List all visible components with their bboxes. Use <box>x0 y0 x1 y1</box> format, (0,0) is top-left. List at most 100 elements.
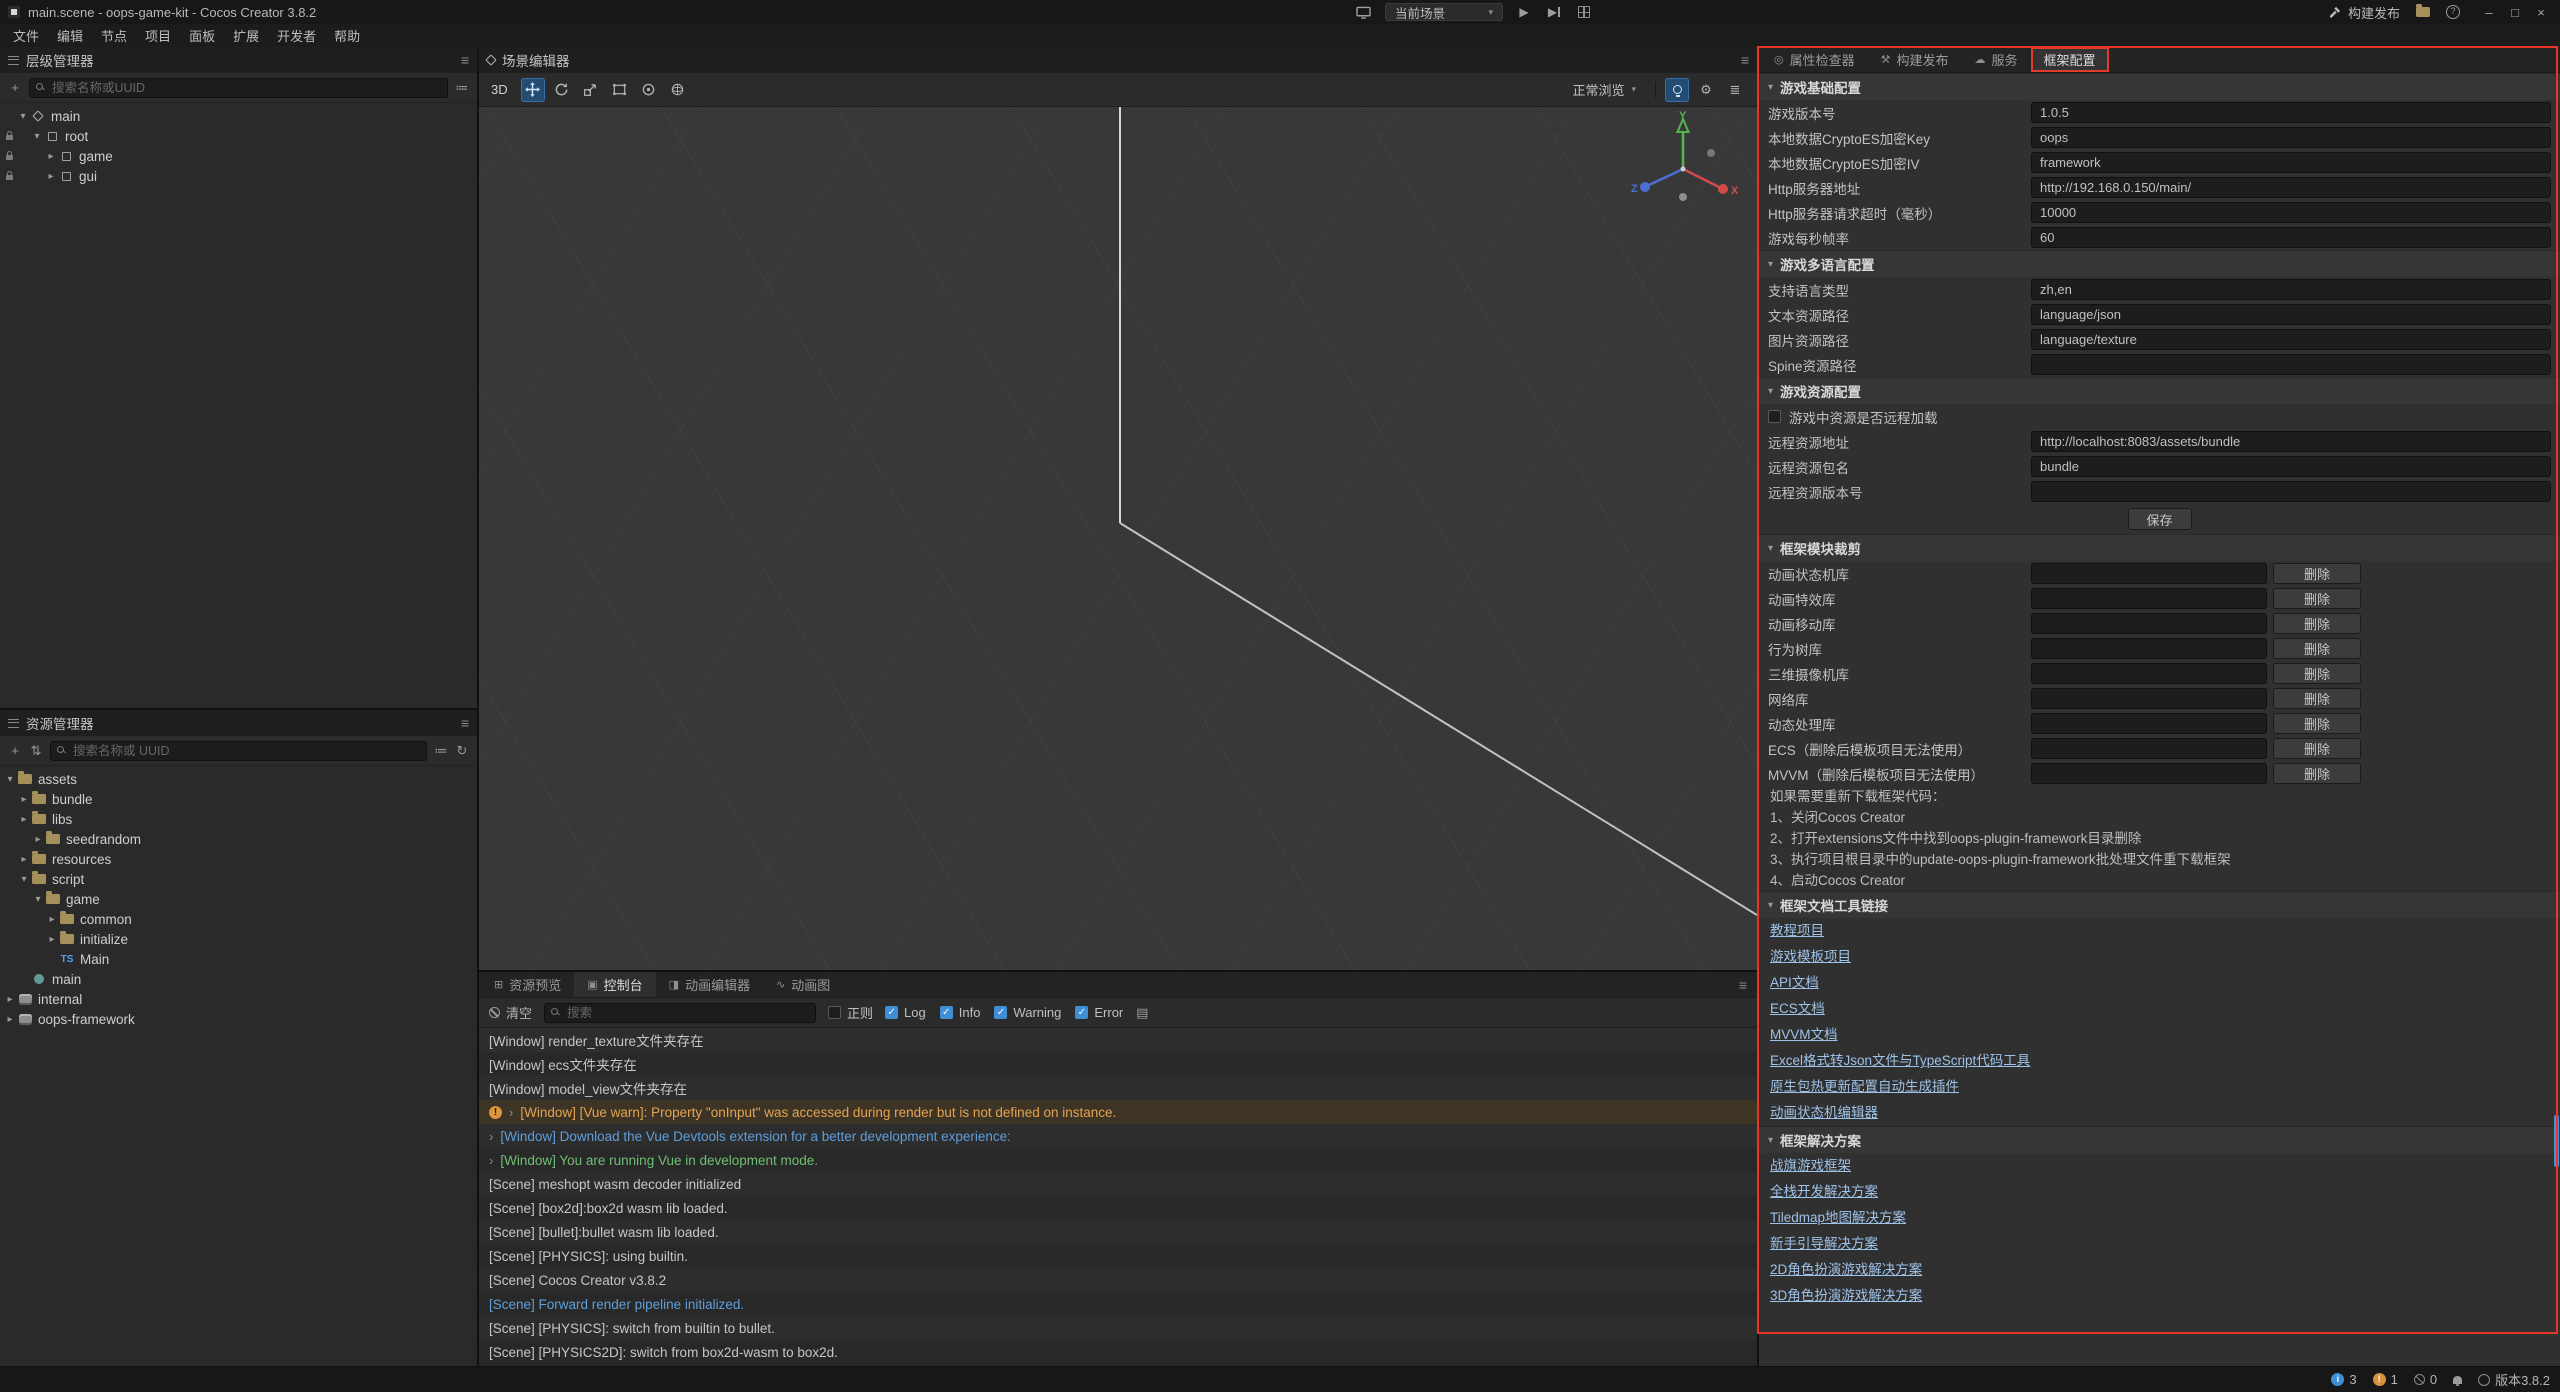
console-search-input[interactable] <box>544 1003 816 1023</box>
expand-chevron-icon[interactable]: ▸ <box>45 934 59 945</box>
tree-node-main[interactable]: main <box>3 969 477 989</box>
sort-icon[interactable]: ⇅ <box>29 743 43 759</box>
log-row[interactable]: [Scene] [PHYSICS2D]: switch from box2d-w… <box>479 1340 1757 1364</box>
tree-node-common[interactable]: ▸common <box>3 909 477 929</box>
view-mode-dropdown[interactable]: 正常浏览 ▾ <box>1562 80 1646 99</box>
menu-开发者[interactable]: 开发者 <box>268 26 325 45</box>
filter-Error[interactable]: ✓Error <box>1075 1005 1123 1020</box>
delete-button[interactable]: 删除 <box>2273 638 2361 659</box>
expand-chevron-icon[interactable]: ▸ <box>3 994 17 1005</box>
panel-menu-icon[interactable]: ≡ <box>461 52 469 68</box>
log-row[interactable]: [Window] render_texture文件夹存在 <box>479 1028 1757 1052</box>
filter-icon[interactable]: ≔ <box>434 743 448 759</box>
log-row[interactable]: [Scene] meshopt wasm decoder initialized <box>479 1172 1757 1196</box>
module-path-field[interactable] <box>2031 638 2267 659</box>
field-input-本地数据CryptoES加密IV[interactable] <box>2031 152 2551 173</box>
module-path-field[interactable] <box>2031 613 2267 634</box>
expand-chevron-icon[interactable]: ▸ <box>31 834 45 845</box>
layout-grid-icon[interactable] <box>1575 3 1593 21</box>
log-row[interactable]: [Scene] [box2d]:box2d wasm lib loaded. <box>479 1196 1757 1220</box>
field-input-远程资源地址[interactable] <box>2031 431 2551 452</box>
tab-资源预览[interactable]: ⊞资源预览 <box>481 972 574 997</box>
delete-button[interactable]: 删除 <box>2273 738 2361 759</box>
expand-chevron-icon[interactable]: ▾ <box>31 894 45 905</box>
field-input-远程资源包名[interactable] <box>2031 456 2551 477</box>
maximize-button[interactable]: □ <box>2502 5 2528 20</box>
tree-node-bundle[interactable]: ▸bundle <box>3 789 477 809</box>
tree-node-libs[interactable]: ▸libs <box>3 809 477 829</box>
refresh-icon[interactable]: ↻ <box>455 743 469 759</box>
delete-button[interactable]: 删除 <box>2273 763 2361 784</box>
delete-button[interactable]: 删除 <box>2273 563 2361 584</box>
field-input-游戏版本号[interactable] <box>2031 102 2551 123</box>
expand-chevron-icon[interactable]: ▸ <box>44 151 58 162</box>
field-input-远程资源版本号[interactable] <box>2031 481 2551 502</box>
expand-icon[interactable]: › <box>489 1153 493 1168</box>
tree-node-resources[interactable]: ▸resources <box>3 849 477 869</box>
expand-icon[interactable]: › <box>489 1129 493 1144</box>
log-row[interactable]: [Window] ecs文件夹存在 <box>479 1052 1757 1076</box>
log-row[interactable]: [Scene] Cocos Creator v3.8.2 <box>479 1268 1757 1292</box>
field-input-游戏每秒帧率[interactable] <box>2031 227 2551 248</box>
axis-gizmo[interactable]: Y X Z <box>1625 109 1745 219</box>
tab-动画图[interactable]: ∿动画图 <box>763 972 843 997</box>
delete-button[interactable]: 删除 <box>2273 663 2361 684</box>
expand-chevron-icon[interactable]: ▸ <box>44 171 58 182</box>
menu-编辑[interactable]: 编辑 <box>48 26 92 45</box>
link-2D角色扮演游戏解决方案[interactable]: 2D角色扮演游戏解决方案 <box>1759 1257 2560 1283</box>
rotate-tool-icon[interactable] <box>550 78 574 102</box>
module-path-field[interactable] <box>2031 688 2267 709</box>
expand-chevron-icon[interactable]: ▾ <box>16 111 30 122</box>
link-Tiledmap地图解决方案[interactable]: Tiledmap地图解决方案 <box>1759 1205 2560 1231</box>
tab-构建发布[interactable]: ⚒构建发布 <box>1868 47 1962 72</box>
expand-chevron-icon[interactable]: ▾ <box>3 774 17 785</box>
field-input-支持语言类型[interactable] <box>2031 279 2551 300</box>
help-icon[interactable]: ? <box>2446 5 2460 19</box>
module-path-field[interactable] <box>2031 588 2267 609</box>
tab-控制台[interactable]: ▣控制台 <box>574 972 655 997</box>
collapse-logs-icon[interactable]: ▤ <box>1135 1005 1149 1021</box>
module-path-field[interactable] <box>2031 713 2267 734</box>
link-游戏模板项目[interactable]: 游戏模板项目 <box>1759 944 2560 970</box>
filter-Log[interactable]: ✓Log <box>885 1005 926 1020</box>
tab-服务[interactable]: ☁服务 <box>1962 47 2031 72</box>
module-path-field[interactable] <box>2031 663 2267 684</box>
module-path-field[interactable] <box>2031 563 2267 584</box>
add-node-button[interactable]: + <box>8 80 22 95</box>
open-project-folder-icon[interactable] <box>2416 7 2430 17</box>
scene-select-dropdown[interactable]: 当前场景 ▾ <box>1385 3 1503 21</box>
log-row[interactable]: [Scene] Forward render pipeline initiali… <box>479 1292 1757 1316</box>
section-header-language[interactable]: ▾ 游戏多语言配置 <box>1759 250 2560 277</box>
expand-chevron-icon[interactable]: ▸ <box>45 914 59 925</box>
log-row[interactable]: ›[Window] You are running Vue in develop… <box>479 1148 1757 1172</box>
tree-node-gui[interactable]: ▸gui <box>3 166 477 186</box>
menu-节点[interactable]: 节点 <box>92 26 136 45</box>
panel-menu-icon[interactable]: ≡ <box>1741 52 1749 68</box>
log-row[interactable]: [Window] model_view文件夹存在 <box>479 1076 1757 1100</box>
tree-node-seedrandom[interactable]: ▸seedrandom <box>3 829 477 849</box>
play-button[interactable]: ▶ <box>1515 3 1533 21</box>
delete-button[interactable]: 删除 <box>2273 688 2361 709</box>
expand-chevron-icon[interactable]: ▾ <box>17 874 31 885</box>
menu-项目[interactable]: 项目 <box>136 26 180 45</box>
expand-chevron-icon[interactable]: ▸ <box>3 1014 17 1025</box>
field-input-图片资源路径[interactable] <box>2031 329 2551 350</box>
link-API文档[interactable]: API文档 <box>1759 970 2560 996</box>
log-row[interactable]: [Scene] [PHYSICS]: switch from builtin t… <box>479 1316 1757 1340</box>
step-button[interactable]: ▶ <box>1545 3 1563 21</box>
regex-toggle[interactable]: 正则 <box>828 1003 873 1022</box>
console-error-counter[interactable]: 0 <box>2414 1372 2437 1387</box>
link-动画状态机编辑器[interactable]: 动画状态机编辑器 <box>1759 1100 2560 1126</box>
panel-menu-icon[interactable]: ≡ <box>461 715 469 731</box>
section-header-basic[interactable]: ▾ 游戏基础配置 <box>1759 73 2560 100</box>
log-row[interactable]: !›[Window] [Vue warn]: Property "onInput… <box>479 1100 1757 1124</box>
section-header-modules[interactable]: ▾ 框架模块裁剪 <box>1759 534 2560 561</box>
console-warning-counter[interactable]: ! 1 <box>2373 1372 2398 1387</box>
close-button[interactable]: × <box>2528 5 2554 20</box>
remote-load-checkbox[interactable] <box>1768 410 1781 423</box>
menu-面板[interactable]: 面板 <box>180 26 224 45</box>
filter-Warning[interactable]: ✓Warning <box>994 1005 1061 1020</box>
link-Excel格式转Json文件与TypeScript代码工具[interactable]: Excel格式转Json文件与TypeScript代码工具 <box>1759 1048 2560 1074</box>
section-header-resource[interactable]: ▾ 游戏资源配置 <box>1759 377 2560 404</box>
mode-3d-toggle[interactable]: 3D <box>489 82 516 97</box>
